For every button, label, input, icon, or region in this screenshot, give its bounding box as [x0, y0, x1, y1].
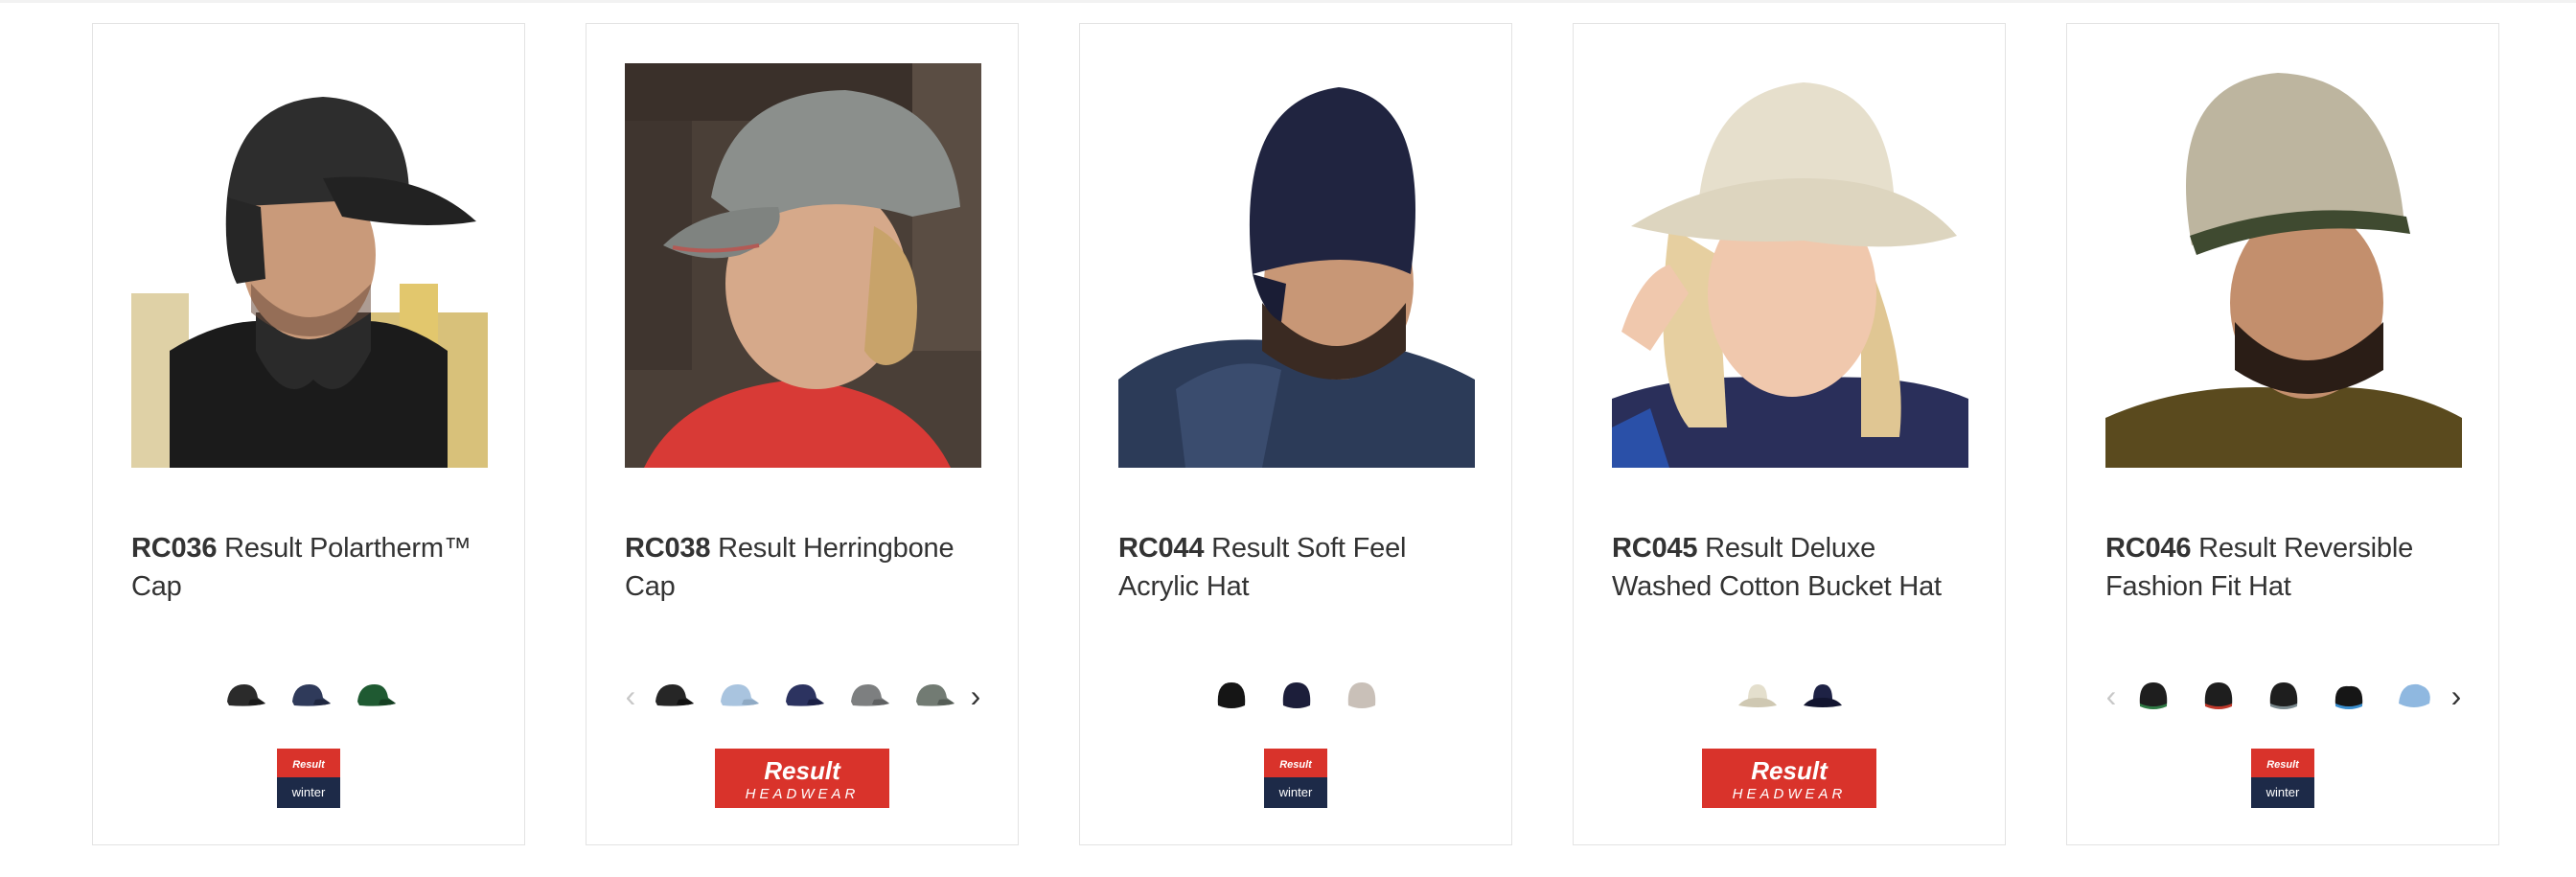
product-card-rc045[interactable]: RC045 Result Deluxe Washed Cotton Bucket…: [1573, 23, 2006, 845]
product-title[interactable]: RC038 Result Herringbone Cap: [625, 529, 981, 606]
swatch-cap-green[interactable]: [352, 677, 398, 715]
product-grid: RC036 Result Polartherm™ Cap Result wint…: [92, 23, 2501, 847]
swatch-cap-light-blue[interactable]: [715, 677, 761, 715]
swatch-beanie-navy[interactable]: [1274, 677, 1320, 715]
product-code: RC038: [625, 533, 711, 564]
product-code: RC036: [131, 533, 218, 564]
svg-text:Result: Result: [1751, 756, 1828, 785]
product-title[interactable]: RC045 Result Deluxe Washed Cotton Bucket…: [1612, 529, 1968, 606]
svg-text:HEADWEAR: HEADWEAR: [1733, 786, 1847, 802]
brand-logo-winter-essentials[interactable]: Result winter: [93, 749, 524, 808]
svg-text:Result: Result: [292, 759, 326, 771]
product-image[interactable]: [2105, 63, 2462, 468]
brand-logo-result-headwear[interactable]: Result HEADWEAR: [1574, 749, 2005, 808]
product-image[interactable]: [131, 63, 488, 468]
product-image[interactable]: [1118, 63, 1475, 468]
color-swatches: [1099, 662, 1494, 729]
svg-text:winter: winter: [2266, 785, 2300, 799]
swatch-beanie-stone[interactable]: [1339, 677, 1385, 715]
product-photo-herringbone-cap: [625, 63, 981, 468]
product-card-rc046[interactable]: RC046 Result Reversible Fashion Fit Hat …: [2066, 23, 2499, 845]
prev-arrow-icon[interactable]: ‹: [619, 677, 642, 715]
product-title[interactable]: RC046 Result Reversible Fashion Fit Hat: [2105, 529, 2462, 606]
product-code: RC045: [1612, 533, 1698, 564]
product-photo-acrylic-hat: [1118, 63, 1475, 468]
swatch-bucket-navy[interactable]: [1800, 677, 1846, 715]
swatch-cap-navy[interactable]: [780, 677, 826, 715]
swatch-cap-black[interactable]: [650, 677, 696, 715]
brand-logo-winter-essentials[interactable]: Result winter: [2067, 749, 2498, 808]
swatch-reversible-black-red[interactable]: [2196, 677, 2242, 715]
color-swatches: ‹ ›: [2086, 662, 2481, 729]
swatch-reversible-light-blue[interactable]: [2391, 677, 2437, 715]
svg-text:HEADWEAR: HEADWEAR: [746, 786, 860, 802]
swatch-beanie-black[interactable]: [1208, 677, 1254, 715]
product-card-rc038[interactable]: RC038 Result Herringbone Cap ‹ › Result …: [586, 23, 1019, 845]
svg-text:Result: Result: [2266, 759, 2300, 771]
color-swatches: [112, 662, 507, 729]
brand-logo-result-headwear[interactable]: Result HEADWEAR: [586, 749, 1018, 808]
swatch-reversible-black-green[interactable]: [2130, 677, 2176, 715]
product-photo-reversible-hat: [2105, 63, 2462, 468]
swatch-cap-navy[interactable]: [287, 677, 333, 715]
swatch-cap-black[interactable]: [221, 677, 267, 715]
product-image[interactable]: [625, 63, 981, 468]
product-card-rc036[interactable]: RC036 Result Polartherm™ Cap Result wint…: [92, 23, 525, 845]
color-swatches: [1593, 662, 1988, 729]
product-code: RC044: [1118, 533, 1205, 564]
swatch-cap-grey[interactable]: [845, 677, 891, 715]
product-image[interactable]: [1612, 63, 1968, 468]
product-photo-polartherm-cap: [131, 63, 488, 468]
prev-arrow-icon[interactable]: ‹: [2100, 677, 2123, 715]
next-arrow-icon[interactable]: ›: [2445, 677, 2468, 715]
swatch-reversible-black-grey[interactable]: [2261, 677, 2307, 715]
brand-logo-winter-essentials[interactable]: Result winter: [1080, 749, 1511, 808]
product-photo-bucket-hat: [1612, 63, 1968, 468]
product-title[interactable]: RC036 Result Polartherm™ Cap: [131, 529, 488, 606]
top-divider: [0, 0, 2576, 3]
product-card-rc044[interactable]: RC044 Result Soft Feel Acrylic Hat Resul…: [1079, 23, 1512, 845]
svg-text:Result: Result: [1279, 759, 1313, 771]
swatch-reversible-black-blue[interactable]: [2326, 677, 2372, 715]
svg-text:Result: Result: [764, 756, 841, 785]
next-arrow-icon[interactable]: ›: [964, 677, 987, 715]
product-title[interactable]: RC044 Result Soft Feel Acrylic Hat: [1118, 529, 1475, 606]
svg-text:winter: winter: [1278, 785, 1313, 799]
swatch-bucket-stone[interactable]: [1735, 677, 1781, 715]
product-code: RC046: [2105, 533, 2192, 564]
swatch-cap-sage[interactable]: [910, 677, 956, 715]
color-swatches: ‹ ›: [606, 662, 1000, 729]
svg-text:winter: winter: [291, 785, 326, 799]
